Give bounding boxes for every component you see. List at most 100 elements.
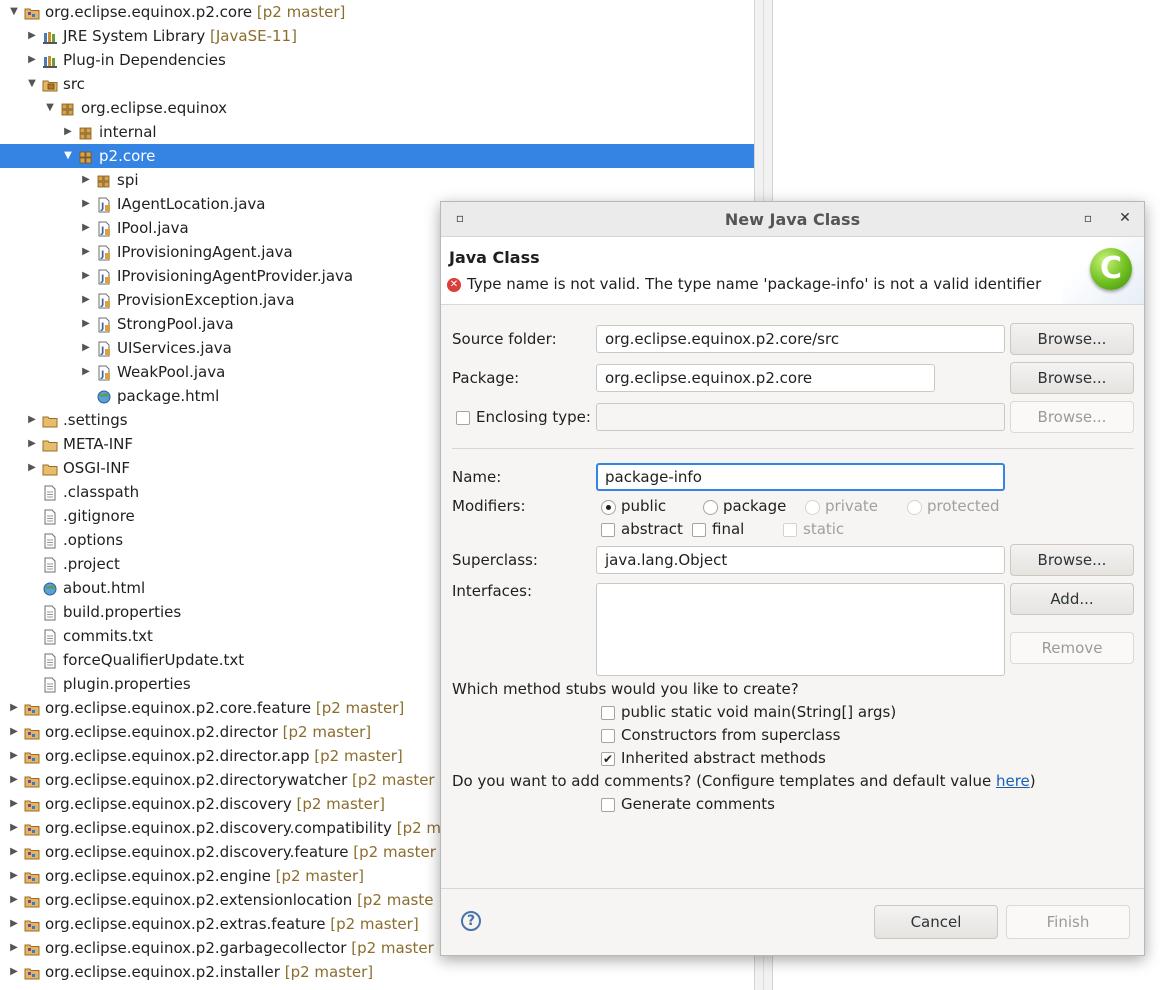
new-java-class-dialog: ▫ New Java Class ▫ ✕ Java Class ✕ Type n…: [440, 201, 1145, 956]
tree-row[interactable]: ▼ org.eclipse.equinox.p2.core [p2 master]: [0, 0, 754, 24]
close-icon[interactable]: ✕: [1118, 211, 1132, 225]
tree-row[interactable]: ▶ org.eclipse.equinox.p2.installer [p2 ma…: [0, 960, 754, 984]
tree-row[interactable]: ▼ src: [0, 72, 754, 96]
tree-row-label: about.html: [63, 576, 145, 600]
expand-arrow-icon[interactable]: ▶: [8, 744, 20, 768]
tree-item-name: .project: [63, 555, 120, 573]
expand-arrow-icon[interactable]: ▶: [80, 312, 92, 336]
tree-row[interactable]: ▼ org.eclipse.equinox: [0, 96, 754, 120]
configure-templates-link[interactable]: here: [996, 772, 1030, 790]
collapse-arrow-icon[interactable]: ▼: [8, 0, 20, 24]
tree-item-name: .settings: [63, 411, 128, 429]
project-icon: [24, 892, 40, 908]
maximize-icon[interactable]: ▫: [1081, 211, 1095, 225]
tree-row[interactable]: ▶ Plug-in Dependencies: [0, 48, 754, 72]
main-method-checkbox[interactable]: [601, 706, 615, 720]
constructors-label: Constructors from superclass: [621, 726, 841, 744]
expand-arrow-icon[interactable]: ▶: [8, 864, 20, 888]
collapse-arrow-icon[interactable]: ▼: [62, 144, 74, 168]
help-icon[interactable]: ?: [461, 911, 481, 931]
expand-arrow-icon[interactable]: ▶: [62, 120, 74, 144]
tree-row[interactable]: ▶ JRE System Library [JavaSE-11]: [0, 24, 754, 48]
tree-row-label: org.eclipse.equinox.p2.discovery.compati…: [45, 816, 441, 840]
tree-row-label: .classpath: [63, 480, 139, 504]
collapse-arrow-icon[interactable]: ▼: [44, 96, 56, 120]
expand-arrow-icon[interactable]: ▶: [80, 264, 92, 288]
expand-arrow-icon[interactable]: ▶: [80, 360, 92, 384]
dialog-titlebar[interactable]: ▫ New Java Class ▫ ✕: [441, 202, 1144, 237]
tree-item-name: org.eclipse.equinox.p2.core.feature: [45, 699, 312, 717]
expand-arrow-icon[interactable]: ▶: [80, 336, 92, 360]
interfaces-list[interactable]: [596, 583, 1005, 676]
expand-arrow-icon[interactable]: ▶: [26, 48, 38, 72]
expand-arrow-icon[interactable]: ▶: [80, 240, 92, 264]
tree-row-label: org.eclipse.equinox.p2.installer [p2 mas…: [45, 960, 373, 984]
source-folder-browse-button[interactable]: Browse...: [1010, 323, 1134, 355]
final-checkbox[interactable]: [692, 523, 706, 537]
html-file-icon: [96, 388, 112, 404]
interfaces-remove-button[interactable]: Remove: [1010, 632, 1134, 664]
collapse-arrow-icon[interactable]: ▼: [26, 72, 38, 96]
expand-arrow-icon[interactable]: ▶: [26, 24, 38, 48]
expand-arrow-icon[interactable]: ▶: [8, 768, 20, 792]
expand-arrow-icon[interactable]: ▶: [8, 960, 20, 984]
expand-arrow-icon[interactable]: ▶: [8, 936, 20, 960]
protected-radio[interactable]: [907, 500, 922, 515]
wizard-banner: Java Class ✕ Type name is not valid. The…: [441, 237, 1144, 305]
expand-arrow-icon[interactable]: ▶: [8, 912, 20, 936]
superclass-input[interactable]: java.lang.Object: [596, 546, 1005, 574]
svg-text:J: J: [100, 202, 104, 212]
expand-arrow-icon[interactable]: ▶: [8, 888, 20, 912]
package-radio[interactable]: [703, 500, 718, 515]
wizard-page-title: Java Class: [449, 248, 540, 267]
tree-row-label: WeakPool.java: [117, 360, 225, 384]
project-icon: [24, 4, 40, 20]
interfaces-add-button[interactable]: Add...: [1010, 583, 1134, 615]
project-icon: [24, 796, 40, 812]
expand-arrow-icon[interactable]: ▶: [8, 840, 20, 864]
abstract-checkbox[interactable]: [601, 523, 615, 537]
expand-arrow-icon[interactable]: ▶: [80, 192, 92, 216]
tree-row-label: p2.core: [99, 144, 155, 168]
expand-arrow-icon[interactable]: ▶: [26, 456, 38, 480]
superclass-browse-button[interactable]: Browse...: [1010, 544, 1134, 576]
file-icon: [42, 556, 58, 573]
expand-arrow-icon[interactable]: ▶: [8, 816, 20, 840]
git-decoration: [p2 master]: [296, 795, 385, 813]
tree-row[interactable]: ▶ internal: [0, 120, 754, 144]
package-input[interactable]: org.eclipse.equinox.p2.core: [596, 364, 935, 392]
finish-button[interactable]: Finish: [1006, 905, 1130, 939]
source-folder-input[interactable]: org.eclipse.equinox.p2.core/src: [596, 325, 1005, 353]
package-browse-button[interactable]: Browse...: [1010, 362, 1134, 394]
tree-item-name: forceQualifierUpdate.txt: [63, 651, 245, 669]
static-checkbox[interactable]: [783, 523, 797, 537]
tree-row-label: .settings: [63, 408, 128, 432]
expand-arrow-icon[interactable]: ▶: [26, 432, 38, 456]
tree-row[interactable]: ▶ spi: [0, 168, 754, 192]
tree-item-name: IProvisioningAgent.java: [117, 243, 293, 261]
enclosing-type-browse-button[interactable]: Browse...: [1010, 401, 1134, 433]
constructors-checkbox[interactable]: [601, 729, 615, 743]
name-input[interactable]: package-info: [596, 463, 1005, 491]
expand-arrow-icon[interactable]: ▶: [26, 408, 38, 432]
file-icon: [42, 628, 58, 645]
expand-arrow-icon[interactable]: ▶: [80, 288, 92, 312]
enclosing-type-checkbox[interactable]: [456, 411, 470, 425]
git-decoration: [p2 m: [396, 819, 442, 837]
expand-arrow-icon[interactable]: ▶: [80, 168, 92, 192]
public-radio[interactable]: [601, 500, 616, 515]
private-radio[interactable]: [805, 500, 820, 515]
expand-arrow-icon[interactable]: ▶: [8, 792, 20, 816]
project-icon: [24, 844, 40, 860]
expand-arrow-icon[interactable]: ▶: [80, 216, 92, 240]
tree-row-label: src: [63, 72, 85, 96]
tree-row[interactable]: ▼ p2.core: [0, 144, 754, 168]
tree-item-name: JRE System Library: [63, 27, 206, 45]
package-icon: [96, 172, 112, 188]
enclosing-type-input[interactable]: [596, 403, 1005, 431]
generate-comments-checkbox[interactable]: [601, 798, 615, 812]
inherited-methods-checkbox[interactable]: ✔: [601, 752, 615, 766]
expand-arrow-icon[interactable]: ▶: [8, 696, 20, 720]
expand-arrow-icon[interactable]: ▶: [8, 720, 20, 744]
cancel-button[interactable]: Cancel: [874, 905, 998, 939]
